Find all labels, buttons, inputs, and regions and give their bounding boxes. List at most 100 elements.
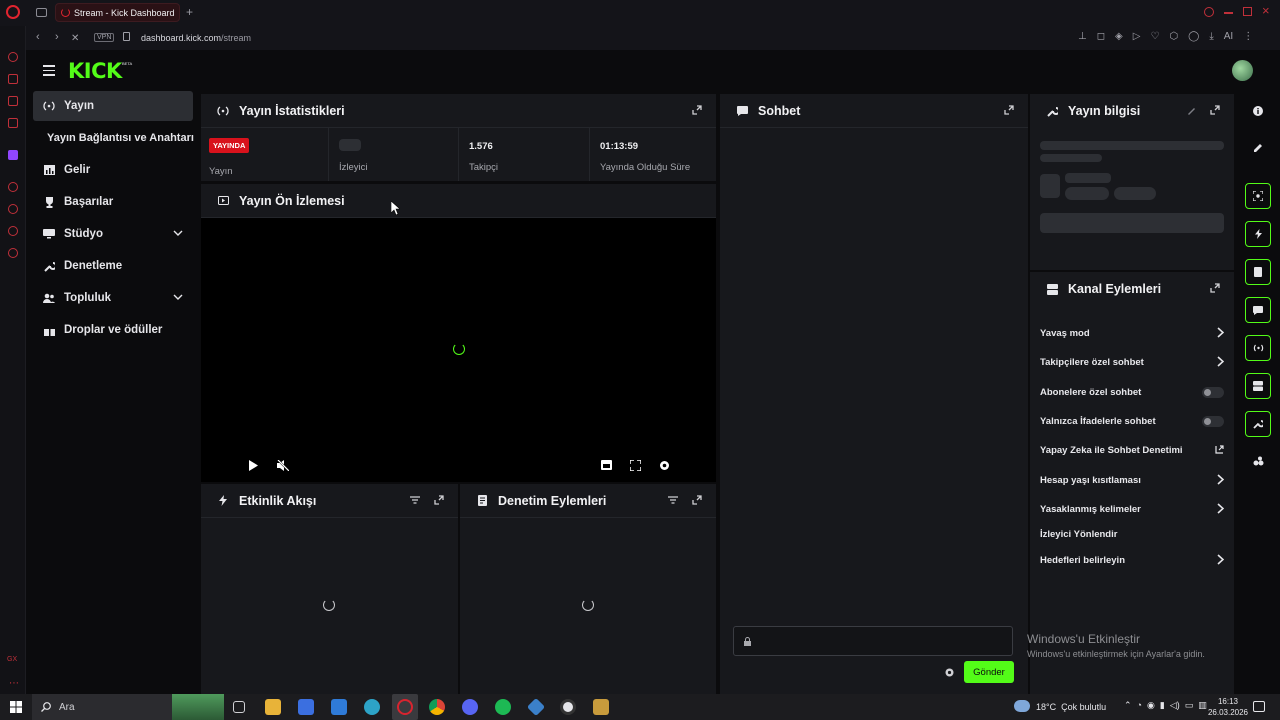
file-explorer-icon[interactable] <box>265 699 281 715</box>
menu-dots-icon[interactable]: ⋮ <box>1243 31 1253 42</box>
close-icon[interactable]: × <box>1262 3 1270 18</box>
discord-icon[interactable] <box>462 699 478 715</box>
obs-icon[interactable] <box>560 699 576 715</box>
sidebar-item-topluluk[interactable]: Topluluk <box>33 283 193 313</box>
download-icon[interactable]: ⤓ <box>1209 31 1213 42</box>
edge-icon[interactable] <box>364 699 380 715</box>
search-tabs-icon[interactable] <box>1204 7 1214 17</box>
action-banned-words[interactable]: Yasaklanmış kelimeler <box>1040 499 1224 519</box>
clock[interactable]: 16:13 26.03.2026 <box>1205 696 1251 718</box>
more-icon[interactable]: ⋯ <box>9 678 19 689</box>
tray-network-icon[interactable]: ▭ <box>1185 700 1194 711</box>
emotes-only-toggle[interactable] <box>1202 416 1224 427</box>
tab-islands-icon[interactable] <box>36 8 47 17</box>
clip-button[interactable] <box>1245 183 1271 209</box>
subscribers-only-toggle[interactable] <box>1202 387 1224 398</box>
sidebar-item-yayin[interactable]: Yayın <box>33 91 193 121</box>
settings-icon[interactable] <box>8 248 18 258</box>
sidebar-item-gelir[interactable]: Gelir <box>33 155 193 185</box>
tray-chevron-icon[interactable]: ⌃ <box>1124 700 1132 711</box>
action-account-age[interactable]: Hesap yaşı kısıtlaması <box>1040 470 1224 490</box>
activity-button[interactable] <box>1245 221 1271 247</box>
gx-icon[interactable]: GX <box>7 656 17 663</box>
ai-icon[interactable]: AI <box>1224 31 1233 42</box>
aria-icon[interactable] <box>8 52 18 62</box>
tray-app-icon[interactable]: ◔ <box>1137 700 1142 711</box>
store-icon[interactable] <box>298 699 314 715</box>
stop-icon[interactable]: ✕ <box>71 33 79 44</box>
send-button[interactable]: Gönder <box>964 661 1014 683</box>
popout-icon[interactable] <box>1210 105 1220 115</box>
channel-actions-button[interactable] <box>1245 373 1271 399</box>
sidebar-item-denetleme[interactable]: Denetleme <box>33 251 193 281</box>
notification-icon[interactable] <box>1253 701 1265 712</box>
windows-start-icon[interactable] <box>10 701 22 713</box>
opera-logo-icon[interactable] <box>6 5 20 19</box>
popout-icon[interactable] <box>1004 105 1014 115</box>
kick-logo[interactable]: KICK <box>68 59 122 83</box>
sidebar-item-stream-key[interactable]: Yayın Bağlantısı ve Anahtarı <box>47 123 207 153</box>
extensions-sidebar-icon[interactable] <box>8 226 18 236</box>
stream-info-button[interactable] <box>1245 411 1271 437</box>
tray-app-icon[interactable]: ◉ <box>1147 700 1155 711</box>
weather-text[interactable]: 18°C Çok bulutlu <box>1036 702 1106 712</box>
sidebar-item-droplar[interactable]: Droplar ve ödüller <box>33 315 193 345</box>
popout-icon[interactable] <box>434 495 444 505</box>
task-view-icon[interactable] <box>233 701 245 713</box>
action-slow-mode[interactable]: Yavaş mod <box>1040 323 1224 343</box>
stream-stats-button[interactable] <box>1245 335 1271 361</box>
popout-icon[interactable] <box>692 105 702 115</box>
tray-mic-icon[interactable]: ▮ <box>1160 700 1165 711</box>
mute-icon[interactable] <box>277 460 289 471</box>
tab-stream[interactable]: Stream - Kick Dashboard <box>55 3 180 22</box>
avatar[interactable] <box>1232 60 1253 81</box>
chat-input[interactable] <box>733 626 1013 656</box>
sidebar-item-studyo[interactable]: Stüdyo <box>33 219 193 249</box>
maximize-icon[interactable] <box>1243 7 1252 16</box>
weather-icon[interactable] <box>1014 700 1030 712</box>
action-raid[interactable]: İzleyici Yönlendir <box>1040 524 1224 544</box>
settings-gear-icon[interactable] <box>659 460 670 471</box>
more-widgets-button[interactable] <box>1245 448 1271 474</box>
shield-icon[interactable]: ◈ <box>1115 31 1123 42</box>
sidebar-item-basarilar[interactable]: Başarılar <box>33 187 193 217</box>
vpn-badge[interactable]: VPN <box>94 33 115 42</box>
play-icon[interactable] <box>249 460 258 471</box>
forward-icon[interactable]: › <box>55 31 59 43</box>
chevron-down-icon[interactable] <box>173 294 183 300</box>
theater-mode-icon[interactable] <box>601 460 612 470</box>
league-icon[interactable] <box>593 699 609 715</box>
edit-button[interactable] <box>1245 135 1271 161</box>
mail-icon[interactable] <box>331 699 347 715</box>
new-tab-icon[interactable]: + <box>186 5 193 19</box>
app-icon[interactable] <box>526 697 546 717</box>
video-player[interactable] <box>201 218 716 482</box>
profile-icon[interactable]: ◯ <box>1188 31 1199 42</box>
taskbar-search[interactable]: Ara <box>32 694 224 720</box>
play-icon[interactable]: ▷ <box>1133 31 1141 42</box>
fullscreen-icon[interactable] <box>630 460 641 471</box>
bag-icon[interactable] <box>8 74 18 84</box>
action-goals[interactable]: Hedefleri belirleyin <box>1040 550 1224 570</box>
heart-icon[interactable]: ♡ <box>1150 31 1159 42</box>
chrome-icon[interactable] <box>429 699 445 715</box>
popout-icon[interactable] <box>1210 283 1220 293</box>
chat-button[interactable] <box>1245 297 1271 323</box>
minimize-icon[interactable] <box>1224 12 1233 14</box>
tray-volume-icon[interactable]: ◁) <box>1170 700 1180 711</box>
action-followers-only[interactable]: Takipçilere özel sohbet <box>1040 352 1224 372</box>
popout-icon[interactable] <box>692 495 702 505</box>
filter-icon[interactable] <box>410 496 420 504</box>
instagram-icon[interactable] <box>8 118 18 128</box>
snapshot-icon[interactable]: ◻ <box>1097 31 1105 42</box>
hamburger-menu-icon[interactable] <box>43 65 55 76</box>
info-button[interactable] <box>1245 98 1271 124</box>
chat-settings-icon[interactable] <box>945 668 954 677</box>
pin-icon[interactable]: ⊥ <box>1078 31 1087 42</box>
history-icon[interactable] <box>8 204 18 214</box>
twitch-icon[interactable] <box>8 150 18 160</box>
chevron-down-icon[interactable] <box>173 230 183 236</box>
messenger-icon[interactable] <box>8 96 18 106</box>
extensions-icon[interactable]: ⬡ <box>1169 31 1178 42</box>
action-ai-moderation[interactable]: Yapay Zeka ile Sohbet Denetimi <box>1040 440 1224 460</box>
